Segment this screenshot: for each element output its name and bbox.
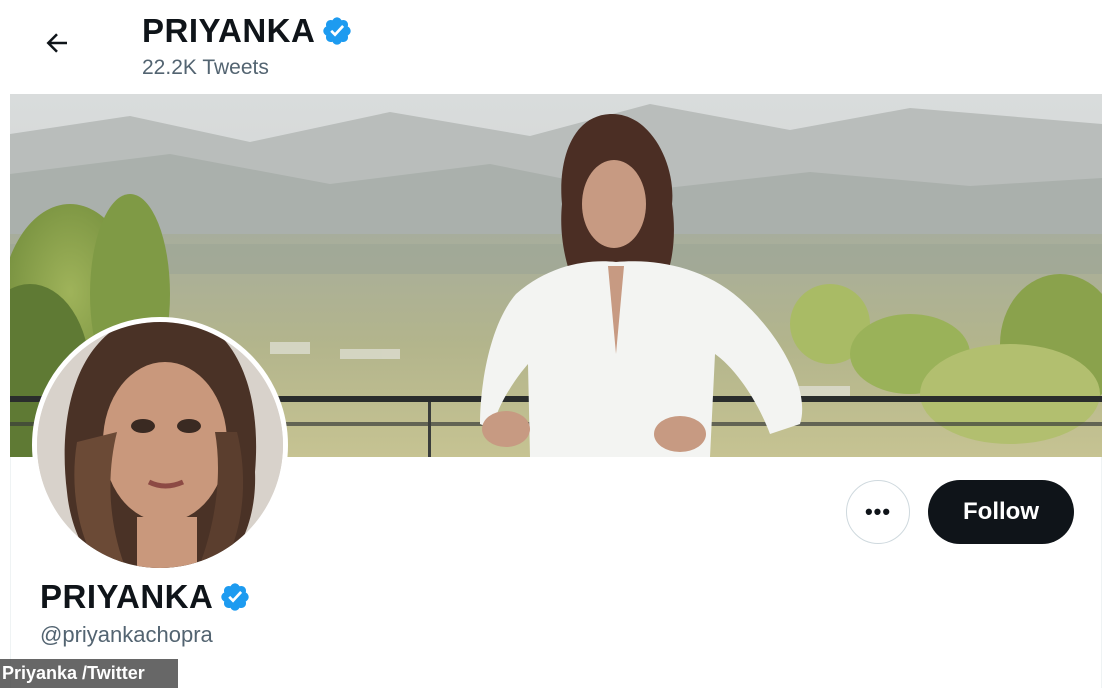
header-display-name: PRIYANKA bbox=[142, 12, 316, 49]
profile-display-name: PRIYANKA bbox=[40, 578, 214, 615]
verified-badge-icon bbox=[219, 581, 251, 613]
more-options-button[interactable]: ••• bbox=[846, 480, 910, 544]
verified-badge-icon bbox=[321, 15, 353, 47]
profile-handle: @priyankachopra bbox=[40, 622, 213, 647]
follow-button[interactable]: Follow bbox=[928, 480, 1074, 544]
tweet-count: 22.2K Tweets bbox=[142, 56, 269, 79]
profile-name-row: PRIYANKA bbox=[40, 578, 251, 616]
page-frame-right bbox=[1101, 0, 1110, 688]
back-button[interactable] bbox=[34, 22, 80, 68]
profile-avatar[interactable] bbox=[32, 317, 288, 573]
profile-header: PRIYANKA 22.2K Tweets bbox=[10, 0, 1102, 94]
arrow-left-icon bbox=[42, 28, 72, 63]
image-credit-label: Priyanka /Twitter bbox=[0, 659, 178, 688]
header-name-row: PRIYANKA bbox=[142, 12, 353, 50]
